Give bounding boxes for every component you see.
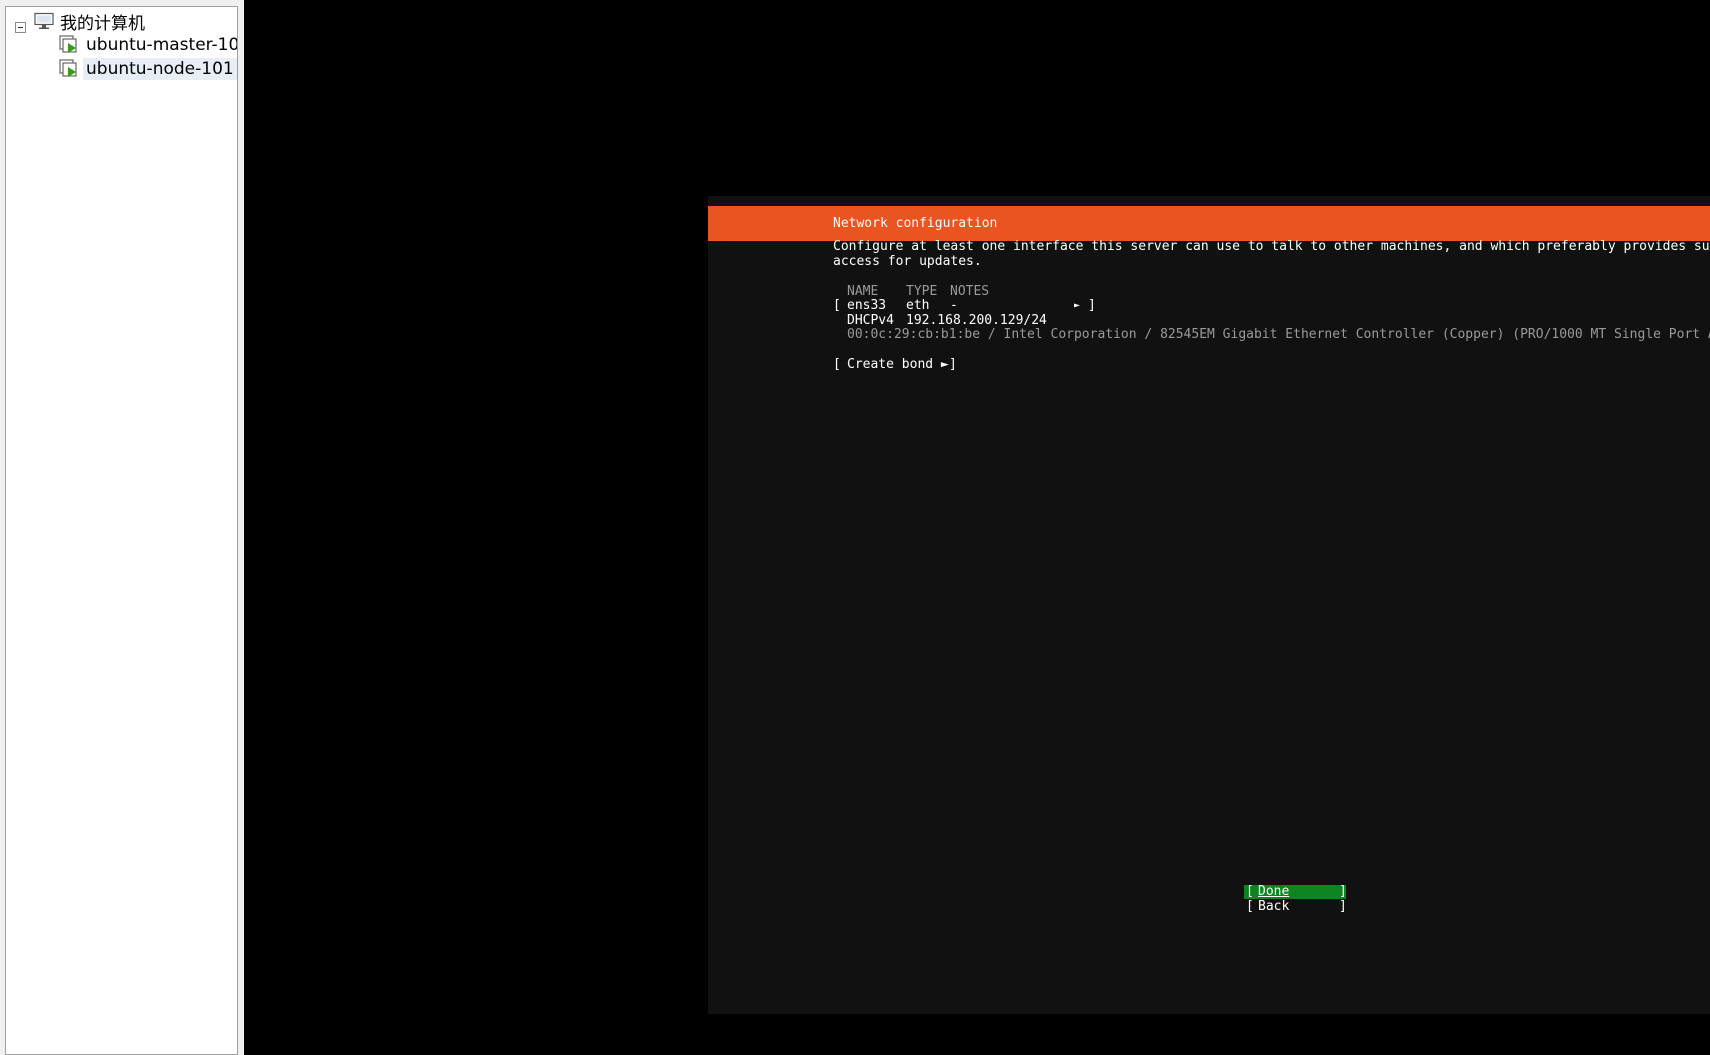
vm-running-icon bbox=[59, 35, 79, 55]
vm-running-icon bbox=[59, 59, 79, 79]
interface-name: ens33 bbox=[847, 298, 887, 313]
interface-menu-arrow: ► bbox=[1074, 300, 1081, 311]
collapse-toggle[interactable] bbox=[15, 22, 26, 33]
installer-title: Network configuration bbox=[833, 216, 998, 231]
back-button[interactable]: [ Back ] bbox=[1244, 899, 1347, 914]
vm-console[interactable]: Network configuration Configure at least… bbox=[244, 0, 1710, 1055]
library-panel: 我的计算机 ubuntu-master-100 ubuntu-node-101 bbox=[5, 6, 238, 1055]
bond-open-bracket: [ bbox=[833, 357, 841, 372]
description-line-2: access for updates. bbox=[833, 254, 982, 269]
vmware-window: 我的计算机 ubuntu-master-100 ubuntu-node-101 … bbox=[0, 0, 1710, 1055]
row-close-bracket: ] bbox=[1088, 298, 1096, 313]
tree-root-my-computer[interactable]: 我的计算机 bbox=[34, 9, 145, 34]
back-close-bracket: ] bbox=[1339, 899, 1347, 914]
bond-close-bracket: ] bbox=[949, 357, 957, 372]
back-open-bracket: [ bbox=[1246, 899, 1254, 914]
done-close-bracket: ] bbox=[1339, 884, 1347, 899]
installer-title-bar: Network configuration bbox=[708, 206, 1710, 241]
installer-screen: Network configuration Configure at least… bbox=[708, 196, 1710, 1014]
row-open-bracket: [ bbox=[833, 298, 841, 313]
done-open-bracket: [ bbox=[1246, 884, 1254, 899]
description-line-1: Configure at least one interface this se… bbox=[833, 239, 1710, 254]
interface-type: eth bbox=[906, 298, 930, 313]
back-label: Back bbox=[1258, 899, 1290, 914]
done-label: Done bbox=[1258, 884, 1290, 899]
interface-notes: - bbox=[950, 298, 958, 313]
hardware-info: 00:0c:29:cb:b1:be / Intel Corporation / … bbox=[847, 327, 1710, 342]
computer-icon bbox=[34, 12, 54, 30]
tree-item-ubuntu-master[interactable]: ubuntu-master-100 bbox=[59, 33, 238, 57]
tree-item-ubuntu-node[interactable]: ubuntu-node-101 bbox=[59, 57, 237, 81]
tree-item-label: ubuntu-node-101 bbox=[83, 58, 237, 80]
done-button[interactable]: [ Done ] bbox=[1244, 884, 1347, 899]
create-bond-label: Create bond ► bbox=[847, 357, 949, 372]
tree-root-label: 我的计算机 bbox=[60, 13, 145, 34]
tree-item-label: ubuntu-master-100 bbox=[86, 35, 238, 55]
